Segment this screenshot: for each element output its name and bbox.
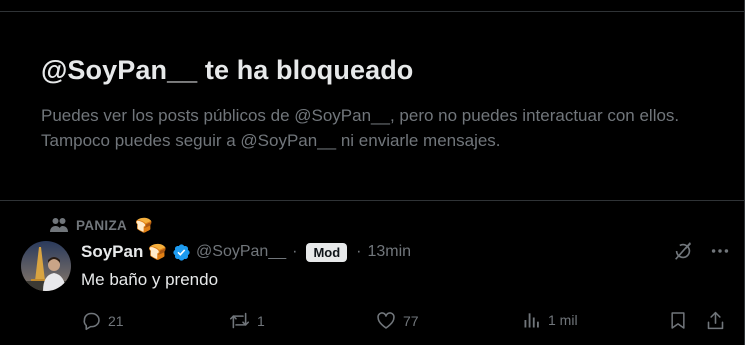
community-emoji: 🍞 <box>135 216 153 233</box>
author-handle[interactable]: @SoyPan__ <box>196 243 286 261</box>
views-button[interactable]: 1 mil <box>522 310 578 330</box>
bookmark-icon <box>668 310 688 331</box>
author-name[interactable]: SoyPan <box>81 242 143 262</box>
community-context[interactable]: PANIZA 🍞 <box>50 215 153 235</box>
post-header: SoyPan 🍞 @SoyPan__ · Mod · 13min <box>81 240 411 264</box>
like-count: 77 <box>403 312 419 329</box>
repost-icon <box>228 310 251 331</box>
verified-badge-icon <box>172 243 191 262</box>
author-emoji: 🍞 <box>148 244 168 261</box>
community-icon <box>50 217 68 233</box>
share-icon <box>705 310 726 331</box>
bookmark-button[interactable] <box>668 310 688 331</box>
blocked-title: @SoyPan__ te ha bloqueado <box>41 55 414 85</box>
avatar[interactable] <box>21 241 71 291</box>
separator-dot: · <box>356 243 362 260</box>
share-button[interactable] <box>705 310 726 331</box>
repost-button[interactable]: 1 <box>228 310 265 331</box>
like-button[interactable]: 77 <box>375 310 419 331</box>
grok-icon[interactable] <box>672 240 694 262</box>
community-name: PANIZA <box>76 217 128 233</box>
repost-count: 1 <box>257 312 265 329</box>
reply-button[interactable]: 21 <box>81 310 124 331</box>
blocked-description: Puedes ver los posts públicos de @SoyPan… <box>41 106 680 150</box>
separator-dot: · <box>292 243 298 260</box>
views-count: 1 mil <box>548 312 578 328</box>
post-text: Me baño y prendo <box>81 270 219 289</box>
post-header-actions <box>672 240 731 262</box>
mod-badge: Mod <box>306 242 348 262</box>
views-icon <box>522 310 542 330</box>
reply-count: 21 <box>108 312 124 329</box>
more-icon[interactable] <box>709 240 731 262</box>
like-icon <box>375 310 397 331</box>
post-time[interactable]: 13min <box>368 243 412 261</box>
blocked-notice: @SoyPan__ te ha bloqueado Puedes ver los… <box>0 12 744 201</box>
reply-icon <box>81 310 102 331</box>
